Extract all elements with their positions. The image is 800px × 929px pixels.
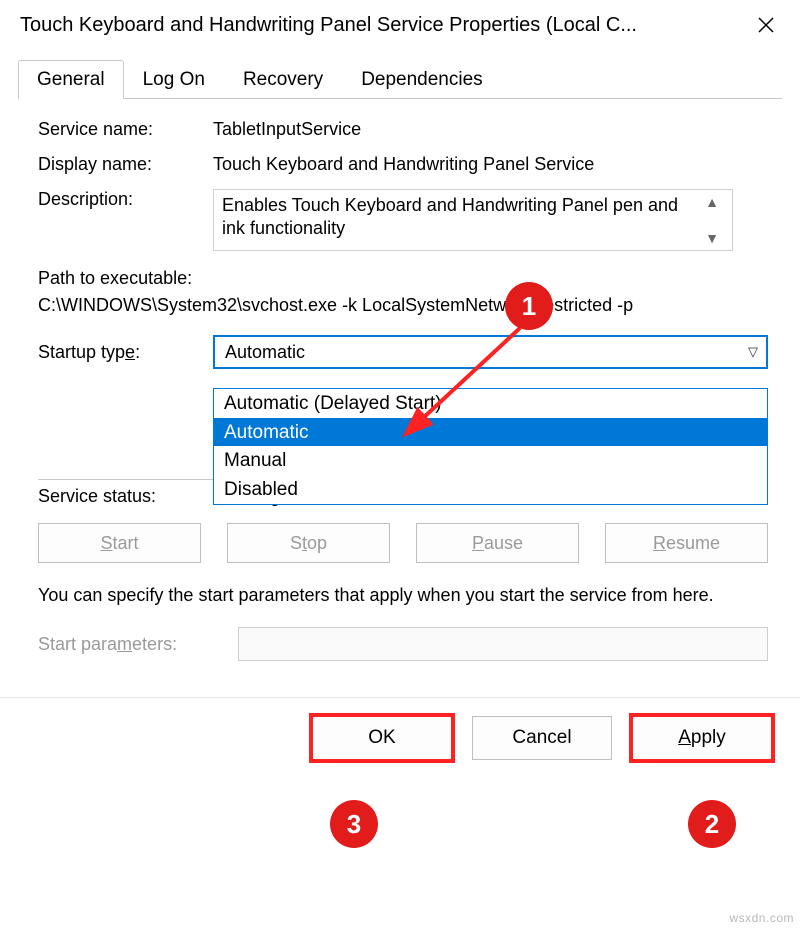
- startup-option-disabled[interactable]: Disabled: [214, 475, 767, 504]
- service-properties-dialog: Touch Keyboard and Handwriting Panel Ser…: [0, 0, 800, 770]
- annotation-badge-3: 3: [330, 800, 378, 848]
- window-title: Touch Keyboard and Handwriting Panel Ser…: [20, 14, 637, 37]
- titlebar: Touch Keyboard and Handwriting Panel Ser…: [0, 0, 800, 44]
- resume-button[interactable]: Resume: [605, 523, 768, 563]
- help-text: You can specify the start parameters tha…: [38, 583, 768, 607]
- service-name-label: Service name:: [38, 119, 213, 140]
- display-name-label: Display name:: [38, 154, 213, 175]
- dialog-footer: OK Cancel Apply: [0, 697, 800, 770]
- service-name-value: TabletInputService: [213, 119, 768, 140]
- description-box: Enables Touch Keyboard and Handwriting P…: [213, 189, 733, 251]
- close-icon[interactable]: [746, 10, 786, 40]
- scroll-up-icon[interactable]: ▲: [705, 194, 719, 210]
- description-text: Enables Touch Keyboard and Handwriting P…: [222, 194, 700, 246]
- general-panel: Service name: TabletInputService Display…: [0, 99, 800, 671]
- display-name-value: Touch Keyboard and Handwriting Panel Ser…: [213, 154, 768, 175]
- startup-option-automatic[interactable]: Automatic: [214, 418, 767, 447]
- stop-button[interactable]: Stop: [227, 523, 390, 563]
- tab-log-on[interactable]: Log On: [124, 60, 224, 99]
- watermark: wsxdn.com: [729, 911, 794, 925]
- tab-dependencies[interactable]: Dependencies: [342, 60, 501, 99]
- path-value: C:\WINDOWS\System32\svchost.exe -k Local…: [38, 292, 768, 319]
- start-button[interactable]: Start: [38, 523, 201, 563]
- start-parameters-input[interactable]: [238, 627, 768, 661]
- startup-type-dropdown[interactable]: Automatic (Delayed Start) Automatic Manu…: [213, 388, 768, 505]
- path-label: Path to executable:: [38, 265, 768, 292]
- pause-button[interactable]: Pause: [416, 523, 579, 563]
- startup-type-selected: Automatic: [225, 342, 305, 363]
- apply-button[interactable]: Apply: [632, 716, 772, 760]
- startup-type-combo[interactable]: Automatic ▽: [213, 335, 768, 369]
- ok-button[interactable]: OK: [312, 716, 452, 760]
- cancel-button[interactable]: Cancel: [472, 716, 612, 760]
- start-parameters-label: Start parameters:: [38, 634, 238, 655]
- annotation-badge-1: 1: [505, 282, 553, 330]
- description-scrollbar[interactable]: ▲ ▼: [700, 194, 724, 246]
- tab-recovery[interactable]: Recovery: [224, 60, 342, 99]
- startup-option-manual[interactable]: Manual: [214, 446, 767, 475]
- scroll-down-icon[interactable]: ▼: [705, 230, 719, 246]
- service-status-label: Service status:: [38, 486, 213, 507]
- startup-option-delayed[interactable]: Automatic (Delayed Start): [214, 389, 767, 418]
- annotation-badge-2: 2: [688, 800, 736, 848]
- chevron-down-icon: ▽: [748, 344, 758, 360]
- tabstrip: General Log On Recovery Dependencies: [18, 59, 782, 99]
- description-label: Description:: [38, 189, 213, 251]
- tab-general[interactable]: General: [18, 60, 124, 99]
- startup-type-label: Startup type:: [38, 342, 213, 363]
